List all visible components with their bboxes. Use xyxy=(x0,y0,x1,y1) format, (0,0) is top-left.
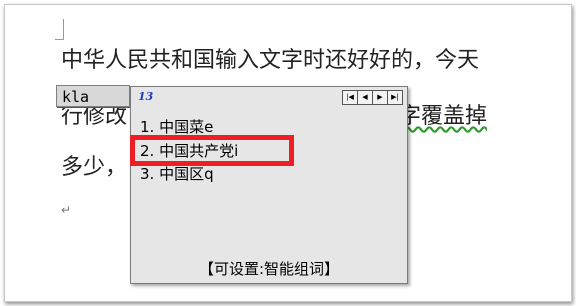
ime-pager: |◀ ◀ ▶ ▶| xyxy=(342,90,403,105)
page-corner-mark xyxy=(55,19,64,40)
ime-logo-icon: 13 xyxy=(138,90,154,103)
ime-composition-box: kla xyxy=(56,85,130,107)
first-page-button[interactable]: |◀ xyxy=(342,90,358,105)
document-line-1[interactable]: 中华人民共和国输入文字时还好好的，今天 xyxy=(61,48,479,74)
next-page-button[interactable]: ▶ xyxy=(372,90,388,105)
candidate-item-3[interactable]: 3. 中国区q xyxy=(140,164,214,184)
ime-settings-hint[interactable]: 【可设置:智能组词】 xyxy=(131,258,407,279)
document-line-3[interactable]: 多少， xyxy=(61,155,127,181)
prev-page-button[interactable]: ◀ xyxy=(357,90,373,105)
ime-candidate-window: 13 |◀ ◀ ▶ ▶| 1. 中国菜e 2. 中国共产党i 3. 中国区q 【… xyxy=(130,86,408,284)
candidate-item-1[interactable]: 1. 中国菜e xyxy=(140,117,213,137)
last-page-button[interactable]: ▶| xyxy=(387,90,403,105)
highlight-annotation-box xyxy=(130,135,294,166)
paragraph-mark-icon: ↵ xyxy=(61,203,72,217)
